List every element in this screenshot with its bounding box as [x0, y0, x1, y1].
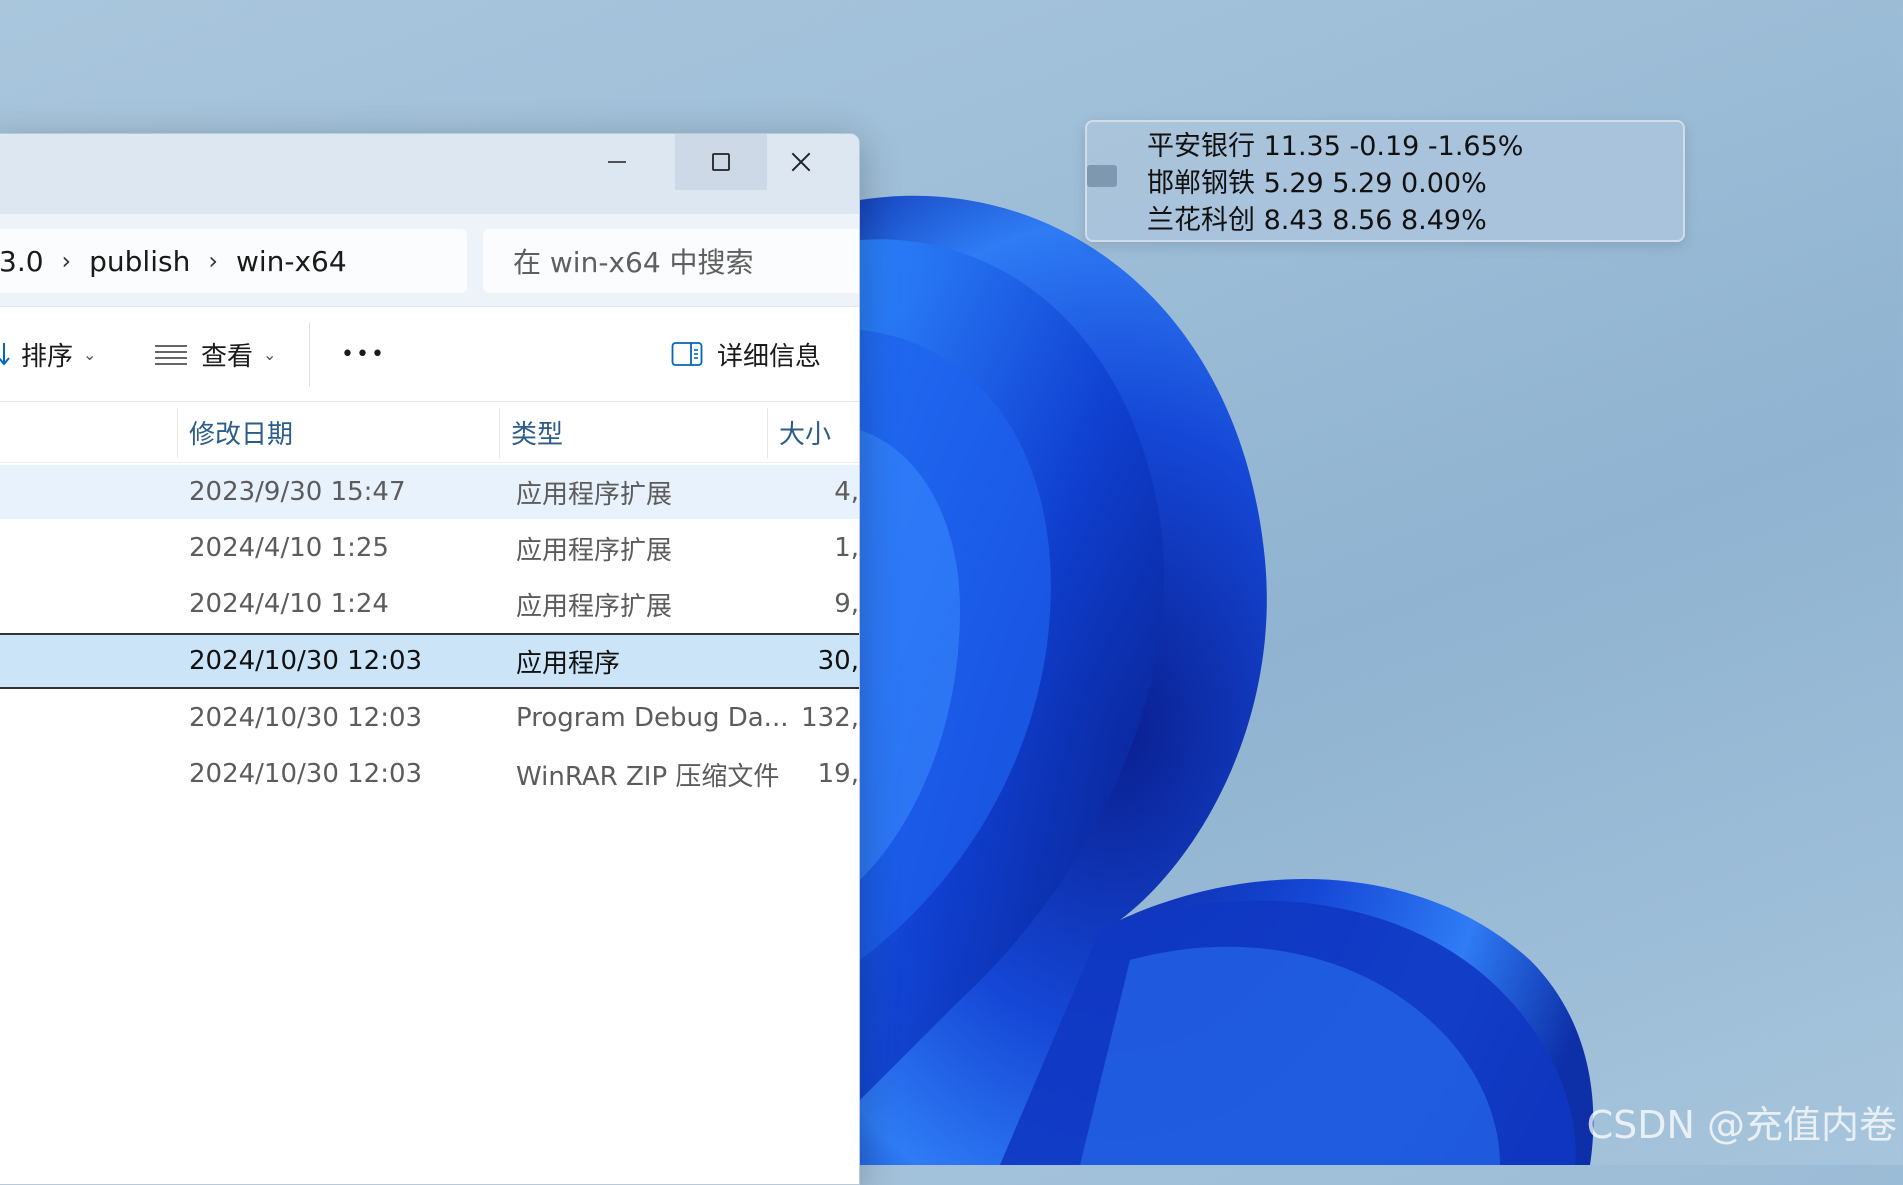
file-modified-date: 2023/9/30 15:47 — [189, 477, 406, 507]
file-type: 应用程序扩展 — [516, 479, 673, 510]
address-bar-area: 3.0 › publish › win-x64 在 win-x64 中搜索 — [0, 214, 859, 307]
column-header-modified[interactable]: 修改日期 — [189, 402, 293, 462]
stock-line-handan: 邯郸钢铁 5.29 5.29 0.00% — [1147, 168, 1487, 199]
file-modified-date: 2024/10/30 12:03 — [189, 646, 423, 676]
column-header-size[interactable]: 大小 — [779, 402, 831, 462]
column-header-type[interactable]: 类型 — [511, 402, 563, 462]
breadcrumb[interactable]: 3.0 › publish › win-x64 — [0, 229, 467, 293]
file-row[interactable]: 2024/10/30 12:03 Program Debug Da... 132… — [0, 691, 859, 745]
file-size: 9, — [834, 589, 859, 619]
file-row[interactable]: 2024/4/10 1:24 应用程序扩展 9, — [0, 577, 859, 631]
file-modified-date: 2024/4/10 1:25 — [189, 533, 389, 563]
chevron-right-icon[interactable]: › — [62, 247, 72, 275]
file-type: 应用程序扩展 — [516, 591, 673, 622]
watermark: CSDN @充值内卷 — [1586, 1103, 1897, 1147]
chevron-down-icon: ⌄ — [83, 344, 97, 364]
maximize-button[interactable] — [675, 134, 767, 190]
details-pane-button[interactable]: 详细信息 — [671, 307, 821, 401]
file-size: 132, — [801, 703, 859, 733]
column-divider[interactable] — [499, 408, 500, 458]
chevron-down-icon: ⌄ — [263, 344, 277, 364]
minimize-button[interactable] — [571, 134, 663, 190]
sort-label: 排序 — [21, 341, 74, 372]
file-type: 应用程序 — [516, 648, 621, 679]
title-bar — [0, 134, 859, 214]
column-headers: 修改日期 类型 大小 — [0, 402, 859, 463]
breadcrumb-item-win-x64[interactable]: win-x64 — [236, 245, 347, 278]
file-modified-date: 2024/4/10 1:24 — [189, 589, 389, 619]
minimize-icon — [608, 161, 626, 163]
file-row[interactable]: 2023/9/30 15:47 应用程序扩展 4, — [0, 465, 859, 519]
more-options-button[interactable]: ••• — [341, 307, 386, 401]
breadcrumb-item-parent[interactable]: 3.0 — [0, 245, 44, 278]
column-divider[interactable] — [767, 408, 768, 458]
maximize-icon — [712, 153, 730, 171]
file-modified-date: 2024/10/30 12:03 — [189, 759, 423, 789]
file-type: WinRAR ZIP 压缩文件 — [516, 761, 780, 792]
search-input[interactable]: 在 win-x64 中搜索 — [483, 229, 859, 293]
file-type: Program Debug Da... — [516, 703, 789, 733]
column-divider[interactable] — [177, 408, 178, 458]
more-icon: ••• — [341, 341, 386, 367]
file-row[interactable]: 2024/4/10 1:25 应用程序扩展 1, — [0, 521, 859, 575]
view-button[interactable]: 查看 ⌄ — [155, 307, 276, 401]
sort-arrow-icon — [0, 343, 10, 366]
file-size: 4, — [834, 477, 859, 507]
widget-drag-handle[interactable] — [1087, 165, 1117, 187]
file-size: 1, — [834, 533, 859, 563]
breadcrumb-item-publish[interactable]: publish — [89, 245, 190, 278]
command-bar: 排序 ⌄ 查看 ⌄ ••• 详细信息 — [0, 307, 859, 402]
view-label: 查看 — [201, 341, 254, 372]
file-size: 30, — [817, 646, 859, 676]
file-row[interactable]: 2024/10/30 12:03 WinRAR ZIP 压缩文件 19, — [0, 747, 859, 801]
search-placeholder: 在 win-x64 中搜索 — [513, 246, 754, 279]
sort-button[interactable]: 排序 ⌄ — [0, 307, 96, 401]
file-size: 19, — [817, 759, 859, 789]
file-explorer-window: 3.0 › publish › win-x64 在 win-x64 中搜索 排序… — [0, 133, 860, 1185]
close-button[interactable] — [755, 134, 847, 190]
chevron-right-icon[interactable]: › — [208, 247, 218, 275]
stock-line-pingan: 平安银行 11.35 -0.19 -1.65% — [1147, 131, 1524, 162]
stock-line-lanhua: 兰花科创 8.43 8.56 8.49% — [1147, 205, 1487, 236]
toolbar-divider — [309, 323, 310, 387]
file-row-selected[interactable]: 2024/10/30 12:03 应用程序 30, — [0, 633, 859, 689]
details-pane-icon — [671, 342, 703, 366]
list-view-icon — [155, 345, 187, 365]
stock-ticker-widget[interactable]: 平安银行 11.35 -0.19 -1.65% 邯郸钢铁 5.29 5.29 0… — [1085, 120, 1685, 242]
file-modified-date: 2024/10/30 12:03 — [189, 703, 423, 733]
file-type: 应用程序扩展 — [516, 535, 673, 566]
close-icon — [791, 152, 811, 172]
details-label: 详细信息 — [717, 341, 822, 372]
